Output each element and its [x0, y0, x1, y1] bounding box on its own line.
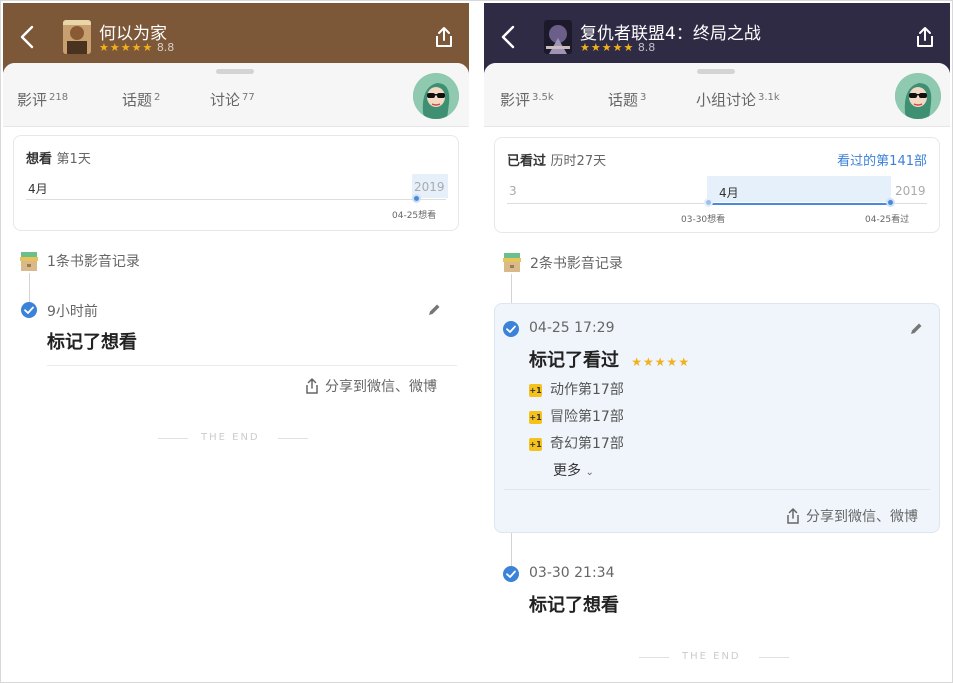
- share-icon[interactable]: [433, 25, 455, 49]
- tab-group-discussions[interactable]: 小组讨论 3.1k: [696, 89, 780, 110]
- back-arrow-icon[interactable]: [498, 23, 520, 51]
- rating-stars: ★★★★★: [99, 41, 154, 54]
- chevron-down-icon: ⌄: [585, 467, 594, 478]
- tab-discussions[interactable]: 讨论 77: [210, 89, 255, 110]
- timeline-start-marker: [704, 198, 713, 207]
- timeline-end-marker: [886, 198, 895, 207]
- genre-tag-fantasy: +1 奇幻第17部: [529, 436, 624, 452]
- movie-rating: ★★★★★ 8.8: [99, 41, 174, 54]
- user-avatar[interactable]: [413, 73, 459, 119]
- entry-action: 标记了看过 ★★★★★: [529, 350, 691, 371]
- timeline-line: [26, 199, 446, 200]
- content-card: 影评 218 话题 2 讨论 77 想看 第1天 4月 2019 04-25想看 1条…: [3, 63, 469, 680]
- share-small-icon: [787, 507, 799, 524]
- record-box-icon: [20, 252, 38, 271]
- edit-pencil-icon[interactable]: [909, 322, 923, 336]
- entry-time: 9小时前: [47, 304, 98, 320]
- share-to-wechat-weibo[interactable]: 分享到微信、微博: [305, 376, 437, 396]
- timeline-end-date: 04-25看过: [865, 215, 910, 225]
- timeline-year: 2019: [414, 180, 445, 194]
- record-box-icon: [503, 253, 521, 272]
- status-box: 想看 第1天 4月 2019 04-25想看: [13, 135, 459, 231]
- end-line-right: [278, 438, 308, 439]
- timeline-month: 4月: [28, 182, 48, 196]
- drag-handle[interactable]: [216, 69, 254, 74]
- status-box: 已看过 历时27天 看过的第141部 3 4月 2019 03-30想看 04-…: [494, 137, 940, 233]
- share-small-icon: [306, 377, 318, 394]
- timeline-year: 2019: [895, 184, 926, 198]
- entry-action: 标记了想看: [529, 595, 619, 616]
- entry-action: 标记了想看: [47, 332, 137, 353]
- watch-status: 想看 第1天: [26, 152, 91, 167]
- checkmark-icon: [503, 566, 519, 582]
- the-end-label: THE END: [201, 432, 260, 443]
- end-line-right: [759, 657, 789, 658]
- checkmark-icon: [503, 321, 519, 337]
- movie-poster[interactable]: [63, 20, 91, 54]
- tab-bar: 影评 218 话题 2 讨论 77: [3, 63, 469, 127]
- movie-rating: ★★★★★ 8.8: [580, 41, 655, 54]
- checkmark-icon: [21, 302, 37, 318]
- rating-score: 8.8: [156, 41, 175, 54]
- drag-handle[interactable]: [697, 69, 735, 74]
- share-to-wechat-weibo[interactable]: 分享到微信、微博: [786, 506, 918, 526]
- end-line-left: [639, 657, 669, 658]
- movie-poster[interactable]: [544, 20, 572, 54]
- card-divider: [504, 489, 930, 490]
- tab-reviews[interactable]: 影评 218: [17, 89, 68, 110]
- the-end-label: THE END: [682, 651, 741, 662]
- rating-score: 8.8: [637, 41, 656, 54]
- right-screen: 复仇者联盟4：终局之战 ★★★★★ 8.8 影评 3.5k 话题 3 小组讨论 3.1…: [484, 3, 950, 680]
- share-icon[interactable]: [914, 25, 936, 49]
- timeline-month: 4月: [719, 186, 739, 200]
- left-screen: 何以为家 ★★★★★ 8.8 影评 218 话题 2 讨论 77 想看 第1天 4月 …: [3, 3, 469, 680]
- record-count: 2条书影音记录: [530, 256, 623, 272]
- genre-tag-adventure: +1 冒险第17部: [529, 409, 624, 425]
- genre-tag-action: +1 动作第17部: [529, 382, 624, 398]
- back-arrow-icon[interactable]: [17, 23, 39, 51]
- timeline-connector: [29, 273, 30, 303]
- tab-reviews[interactable]: 影评 3.5k: [500, 89, 554, 110]
- entry-time: 03-30 21:34: [529, 565, 615, 581]
- user-avatar[interactable]: [895, 73, 941, 119]
- content-card: 影评 3.5k 话题 3 小组讨论 3.1k 已看过 历时27天 看过的第141部 3…: [484, 63, 950, 680]
- record-count: 1条书影音记录: [47, 254, 140, 270]
- timeline-watched-range: [710, 203, 892, 205]
- entry-divider: [47, 365, 457, 366]
- tab-topics[interactable]: 话题 2: [122, 89, 160, 110]
- entry-time: 04-25 17:29: [529, 320, 615, 336]
- rating-stars: ★★★★★: [580, 41, 635, 54]
- timeline-start-tick: 3: [509, 184, 517, 198]
- watched-count-link[interactable]: 看过的第141部: [837, 150, 927, 169]
- tab-topics[interactable]: 话题 3: [608, 89, 646, 110]
- more-button[interactable]: 更多 ⌄: [553, 460, 594, 480]
- edit-pencil-icon[interactable]: [427, 303, 441, 317]
- tab-bar: 影评 3.5k 话题 3 小组讨论 3.1k: [484, 63, 950, 127]
- watch-status: 已看过 历时27天: [507, 154, 607, 169]
- timeline-marker: [412, 194, 421, 203]
- timeline-marker-date: 04-25想看: [392, 211, 437, 221]
- timeline-start-date: 03-30想看: [681, 215, 726, 225]
- end-line-left: [158, 438, 188, 439]
- user-rating-stars: ★★★★★: [631, 355, 691, 369]
